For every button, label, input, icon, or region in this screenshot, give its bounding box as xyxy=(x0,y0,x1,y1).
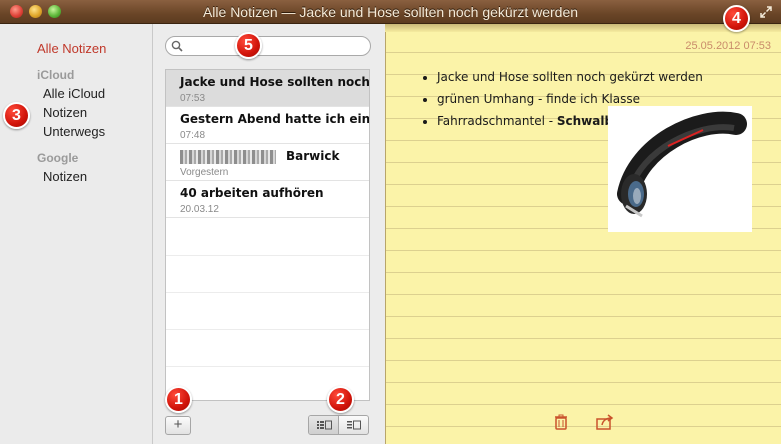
accounts-sidebar: Alle Notizen iCloud Alle iCloud Notizen … xyxy=(0,24,153,444)
note-title: 40 arbeiten aufhören xyxy=(180,186,324,200)
note-date: 07:48 xyxy=(180,130,206,141)
divider xyxy=(166,292,369,293)
note-line: Jacke und Hose sollten noch gekürzt werd… xyxy=(437,66,703,88)
note-view-icon xyxy=(347,420,361,430)
share-icon[interactable] xyxy=(596,414,614,430)
list-item[interactable]: Gestern Abend hatte ich eine l... 07:48 xyxy=(166,107,369,144)
note-title: Gestern Abend hatte ich eine l... xyxy=(180,112,370,126)
notes-window: Alle Notizen — Jacke und Hose sollten no… xyxy=(0,0,781,444)
note-date: 07:53 xyxy=(180,93,206,104)
divider xyxy=(166,329,369,330)
sidebar-group-google: Google xyxy=(37,151,79,165)
callout-badge: 5 xyxy=(235,32,262,59)
title-bar: Alle Notizen — Jacke und Hose sollten no… xyxy=(0,0,781,24)
divider xyxy=(166,255,369,256)
sidebar-item-icloud-notes[interactable]: Notizen xyxy=(43,105,87,120)
note-date: Vorgestern xyxy=(180,167,229,178)
callout-badge: 3 xyxy=(3,102,30,129)
view-mode-control xyxy=(308,415,369,435)
sidebar-item-all-icloud[interactable]: Alle iCloud xyxy=(43,86,105,101)
search-field[interactable] xyxy=(165,36,371,56)
list-item[interactable]: Jacke und Hose sollten noch... 07:53 xyxy=(166,70,369,107)
sidebar-item-google-notes[interactable]: Notizen xyxy=(43,169,87,184)
callout-badge: 4 xyxy=(723,5,750,32)
note-title: Jacke und Hose sollten noch... xyxy=(180,75,370,89)
add-note-button[interactable]: + xyxy=(165,416,191,435)
callout-badge: 2 xyxy=(327,386,354,413)
redacted-text xyxy=(180,150,276,164)
bicycle-tire-picture xyxy=(617,111,747,218)
search-icon xyxy=(171,40,183,52)
note-date: 20.03.12 xyxy=(180,204,219,215)
trash-icon[interactable] xyxy=(554,414,568,430)
note-list-pane: Jacke und Hose sollten noch... 07:53 Ges… xyxy=(153,24,385,444)
note-list: Jacke und Hose sollten noch... 07:53 Ges… xyxy=(165,69,370,401)
list-view-icon xyxy=(317,420,332,430)
sidebar-item-all-notes[interactable]: Alle Notizen xyxy=(37,41,106,56)
list-item[interactable]: 40 arbeiten aufhören 20.03.12 xyxy=(166,181,369,218)
paper-top-edge xyxy=(385,24,781,32)
divider xyxy=(166,366,369,367)
note-view-button[interactable] xyxy=(339,416,368,434)
note-timestamp: 25.05.2012 07:53 xyxy=(685,40,771,52)
note-title: Barwick xyxy=(286,149,340,163)
note-editor[interactable]: 25.05.2012 07:53 Jacke und Hose sollten … xyxy=(385,24,781,444)
window-title: Alle Notizen — Jacke und Hose sollten no… xyxy=(202,4,579,20)
tire-image[interactable] xyxy=(608,106,752,232)
list-item[interactable]: Barwick Vorgestern xyxy=(166,144,369,181)
sidebar-item-unterwegs[interactable]: Unterwegs xyxy=(43,124,105,139)
list-view-button[interactable] xyxy=(309,416,339,434)
callout-badge: 1 xyxy=(165,386,192,413)
sidebar-group-icloud: iCloud xyxy=(37,68,75,82)
fullscreen-icon[interactable] xyxy=(759,5,773,19)
